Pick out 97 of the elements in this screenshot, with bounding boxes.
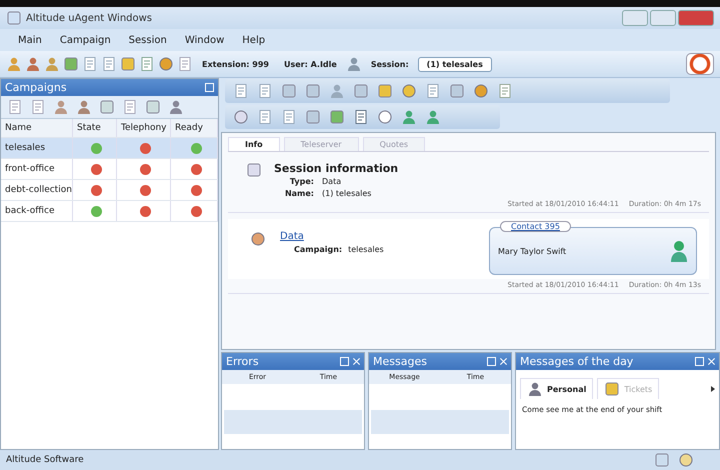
menu-item[interactable]: Main: [10, 34, 50, 46]
document-icon[interactable]: [177, 56, 193, 72]
person-icon[interactable]: [44, 56, 60, 72]
pin-button[interactable]: [487, 357, 496, 366]
field-value: (1) telesales: [322, 189, 372, 198]
campaign-row[interactable]: telesales: [1, 138, 218, 159]
contact-link[interactable]: Contact 395: [500, 221, 571, 232]
scroll-right-button[interactable]: [711, 386, 715, 392]
menu-item[interactable]: Session: [120, 34, 175, 46]
person-icon[interactable]: [346, 56, 362, 72]
circle-icon[interactable]: [678, 452, 694, 468]
table-cell: front-office: [1, 159, 73, 179]
person-icon[interactable]: [25, 56, 41, 72]
table-cell: back-office: [1, 201, 73, 221]
field-label: Type:: [288, 177, 314, 186]
square-icon[interactable]: [305, 83, 321, 99]
session-label: Session:: [370, 60, 409, 68]
document-icon[interactable]: [101, 56, 117, 72]
square-icon[interactable]: [377, 83, 393, 99]
minimize-button[interactable]: [622, 10, 648, 26]
section-title: Session information: [274, 162, 398, 175]
person-icon: [527, 381, 543, 397]
document-icon[interactable]: [139, 56, 155, 72]
square-icon[interactable]: [281, 83, 297, 99]
maximize-button[interactable]: [650, 10, 676, 26]
user-label: User: A.Idle: [284, 60, 337, 68]
logo-button[interactable]: [686, 53, 714, 75]
person-icon: [670, 239, 688, 263]
square-icon[interactable]: [99, 99, 115, 115]
close-button[interactable]: [678, 10, 714, 26]
close-button[interactable]: [708, 358, 715, 365]
session-field[interactable]: (1) telesales: [418, 56, 492, 72]
close-button[interactable]: [353, 358, 360, 365]
column-header[interactable]: State: [73, 119, 117, 137]
document-icon[interactable]: [122, 99, 138, 115]
square-icon[interactable]: [329, 109, 345, 125]
data-link[interactable]: Data: [280, 231, 475, 242]
document-icon[interactable]: [7, 99, 23, 115]
status-text: Altitude Software: [6, 455, 85, 465]
field-value: telesales: [348, 245, 384, 254]
circle-icon[interactable]: [233, 109, 249, 125]
tab[interactable]: Personal: [520, 378, 594, 399]
square-icon[interactable]: [449, 83, 465, 99]
square-icon[interactable]: [120, 56, 136, 72]
window-icon[interactable]: [654, 452, 670, 468]
pin-button[interactable]: [205, 83, 214, 92]
field-value: Data: [322, 177, 342, 186]
table-cell: debt-collection: [1, 180, 73, 200]
campaign-row[interactable]: back-office: [1, 201, 218, 222]
close-button[interactable]: [500, 358, 507, 365]
field-label: Campaign:: [294, 245, 342, 254]
document-icon[interactable]: [353, 109, 369, 125]
person-icon[interactable]: [329, 83, 345, 99]
document-icon[interactable]: [82, 56, 98, 72]
extension-label: Extension: 999: [202, 60, 269, 68]
document-icon[interactable]: [257, 83, 273, 99]
panel-title: Errors: [226, 355, 260, 368]
window-icon: [6, 10, 22, 26]
menu-item[interactable]: Help: [234, 34, 274, 46]
document-icon[interactable]: [30, 99, 46, 115]
window-title: Altitude uAgent Windows: [26, 12, 152, 24]
campaign-row[interactable]: front-office: [1, 159, 218, 180]
person-icon[interactable]: [76, 99, 92, 115]
square-icon: [604, 381, 620, 397]
panel-title: Messages of the day: [520, 355, 634, 368]
field-label: Name:: [284, 189, 314, 198]
document-icon[interactable]: [257, 109, 273, 125]
circle-icon[interactable]: [401, 83, 417, 99]
pin-button[interactable]: [695, 357, 704, 366]
person-icon[interactable]: [168, 99, 184, 115]
person-icon[interactable]: [401, 109, 417, 125]
person-icon[interactable]: [53, 99, 69, 115]
document-icon[interactable]: [425, 83, 441, 99]
column-header[interactable]: Ready: [171, 119, 218, 137]
tab[interactable]: Info: [228, 137, 280, 151]
square-icon[interactable]: [63, 56, 79, 72]
table-cell: telesales: [1, 138, 73, 158]
document-icon[interactable]: [233, 83, 249, 99]
person-icon[interactable]: [425, 109, 441, 125]
pin-button[interactable]: [340, 357, 349, 366]
document-icon[interactable]: [497, 83, 513, 99]
square-icon[interactable]: [353, 83, 369, 99]
square-icon[interactable]: [305, 109, 321, 125]
column-header[interactable]: Telephony: [117, 119, 171, 137]
menu-item[interactable]: Campaign: [52, 34, 119, 46]
circle-icon[interactable]: [377, 109, 393, 125]
circle-icon[interactable]: [473, 83, 489, 99]
person-icon[interactable]: [6, 56, 22, 72]
panel-title: Campaigns: [5, 81, 68, 94]
square-icon[interactable]: [145, 99, 161, 115]
contact-name: Mary Taylor Swift: [498, 246, 568, 256]
circle-icon[interactable]: [158, 56, 174, 72]
campaign-row[interactable]: debt-collection: [1, 180, 218, 201]
menu-item[interactable]: Window: [176, 34, 232, 46]
column-header[interactable]: Name: [1, 119, 73, 137]
document-icon[interactable]: [281, 109, 297, 125]
panel-title: Messages: [373, 355, 428, 368]
